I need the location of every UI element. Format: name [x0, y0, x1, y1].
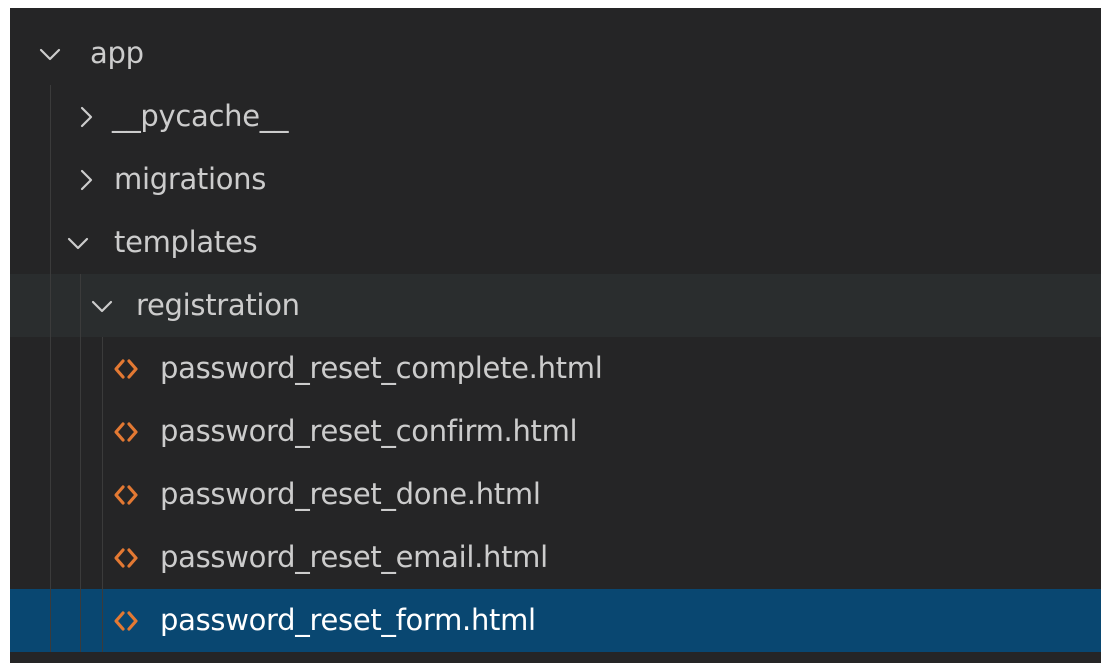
- tree-item-label: password_reset_form.html: [160, 602, 536, 637]
- tree-item-label: password_reset_complete.html: [160, 350, 603, 385]
- indent-guide: [50, 589, 51, 652]
- indent-guide: [50, 274, 51, 337]
- indent-guide: [50, 463, 51, 526]
- tree-item-pycache[interactable]: __pycache__: [10, 85, 1101, 148]
- tree-item-label: templates: [114, 224, 258, 259]
- chevron-right-icon[interactable]: [74, 168, 98, 192]
- html-file-icon: [112, 483, 140, 507]
- indent-guide: [80, 400, 81, 463]
- indent-guide: [80, 274, 81, 337]
- tree-item-file-selected[interactable]: password_reset_form.html: [10, 589, 1101, 652]
- file-explorer-tree: app __pycache__ migrations templates reg…: [10, 8, 1101, 663]
- html-file-icon: [112, 546, 140, 570]
- tree-item-registration[interactable]: registration: [10, 274, 1101, 337]
- indent-guide: [50, 85, 51, 148]
- tree-item-label: password_reset_confirm.html: [160, 413, 578, 448]
- indent-guide: [50, 526, 51, 589]
- indent-guide: [50, 211, 51, 274]
- indent-guide: [102, 337, 103, 400]
- tree-item-label: app: [90, 35, 144, 70]
- indent-guide: [50, 337, 51, 400]
- indent-guide: [50, 148, 51, 211]
- tree-item-app[interactable]: app: [10, 22, 1101, 85]
- tree-item-label: __pycache__: [112, 98, 289, 133]
- tree-item-label: migrations: [114, 161, 267, 196]
- tree-item-templates[interactable]: templates: [10, 211, 1101, 274]
- chevron-down-icon[interactable]: [38, 42, 62, 66]
- tree-item-file[interactable]: password_reset_confirm.html: [10, 400, 1101, 463]
- html-file-icon: [112, 420, 140, 444]
- tree-item-migrations[interactable]: migrations: [10, 148, 1101, 211]
- tree-item-label: password_reset_done.html: [160, 476, 541, 511]
- chevron-right-icon[interactable]: [74, 105, 98, 129]
- indent-guide: [80, 526, 81, 589]
- indent-guide: [102, 589, 103, 652]
- tree-item-file[interactable]: password_reset_done.html: [10, 463, 1101, 526]
- indent-guide: [80, 589, 81, 652]
- indent-guide: [50, 400, 51, 463]
- html-file-icon: [112, 609, 140, 633]
- indent-guide: [80, 463, 81, 526]
- tree-item-label: registration: [136, 287, 300, 322]
- chevron-down-icon[interactable]: [90, 294, 114, 318]
- tree-item-file[interactable]: password_reset_email.html: [10, 526, 1101, 589]
- indent-guide: [102, 463, 103, 526]
- indent-guide: [80, 337, 81, 400]
- indent-guide: [102, 400, 103, 463]
- chevron-down-icon[interactable]: [66, 231, 90, 255]
- tree-item-label: password_reset_email.html: [160, 539, 548, 574]
- tree-item-file[interactable]: password_reset_complete.html: [10, 337, 1101, 400]
- indent-guide: [102, 526, 103, 589]
- html-file-icon: [112, 357, 140, 381]
